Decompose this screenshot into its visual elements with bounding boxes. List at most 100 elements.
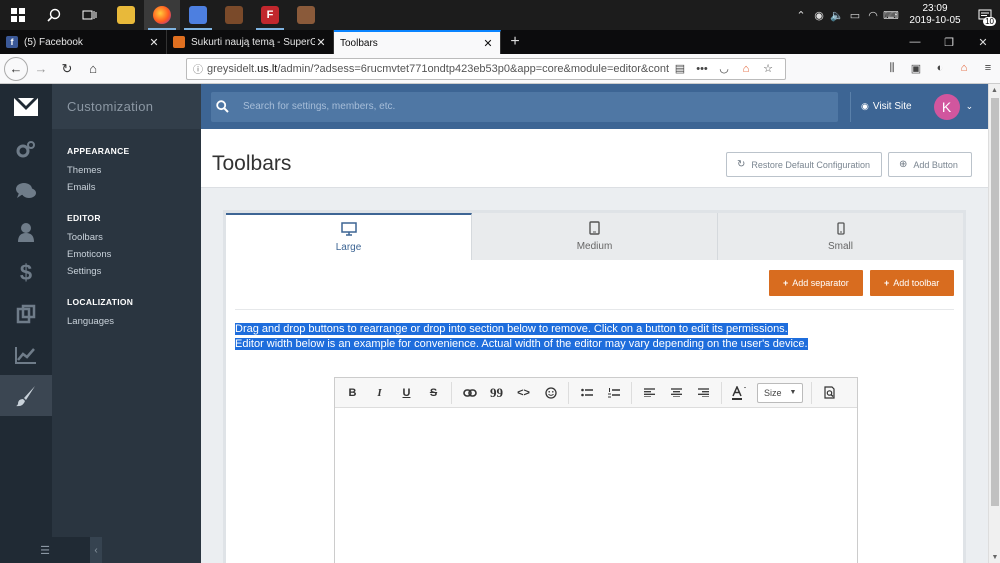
text-color-icon[interactable]: [726, 383, 753, 403]
toolbar-separator[interactable]: [631, 381, 632, 404]
reader-view-icon[interactable]: ▤: [669, 62, 691, 75]
submenu-item-emoticons[interactable]: Emoticons: [52, 246, 201, 263]
page-scrollbar[interactable]: ▲ ▼: [988, 84, 1000, 563]
library-icon[interactable]: ⫼: [880, 62, 904, 75]
extension-icon[interactable]: ⌂: [735, 63, 757, 75]
chrome-app-icon[interactable]: [180, 0, 216, 30]
browser-tab-supergame[interactable]: Sukurti naują temą - SuperGam ✕: [167, 30, 334, 54]
scrollbar-thumb[interactable]: [991, 98, 999, 506]
search-input[interactable]: [243, 101, 823, 112]
add-button-button[interactable]: ⊕ Add Button: [888, 152, 972, 177]
language-icon[interactable]: ⌨: [882, 9, 900, 22]
discord-icon[interactable]: ◉: [810, 9, 828, 22]
link-icon[interactable]: [456, 383, 483, 403]
submenu-item-themes[interactable]: Themes: [52, 162, 201, 179]
user-avatar[interactable]: K: [933, 93, 960, 120]
page-actions-icon[interactable]: •••: [691, 63, 713, 75]
preview-icon[interactable]: [816, 383, 843, 403]
customization-brush-icon[interactable]: [0, 375, 52, 416]
italic-button[interactable]: I: [366, 383, 393, 403]
browser-tab-toolbars[interactable]: Toolbars ✕: [334, 30, 501, 54]
code-button[interactable]: <>: [510, 383, 537, 403]
add-separator-button[interactable]: + Add separator: [769, 270, 863, 296]
community-chat-icon[interactable]: [0, 170, 52, 211]
new-tab-icon[interactable]: +: [501, 30, 529, 54]
close-window-icon[interactable]: ✕: [966, 30, 1000, 54]
align-left-icon[interactable]: [636, 383, 663, 403]
sidebar-toggle-icon[interactable]: ▣: [904, 62, 928, 75]
windows-start-icon[interactable]: [0, 0, 36, 30]
submenu-heading-localization: LOCALIZATION: [67, 297, 134, 307]
taskbar-clock[interactable]: 23:09 2019-10-05: [900, 3, 970, 27]
file-explorer-icon[interactable]: [108, 0, 144, 30]
collapse-chevron-icon[interactable]: ‹: [90, 537, 102, 563]
firefox-icon[interactable]: [144, 0, 180, 30]
add-toolbar-button[interactable]: + Add toolbar: [870, 270, 954, 296]
restore-default-button[interactable]: ↻ Restore Default Configuration: [726, 152, 882, 177]
bulleted-list-icon[interactable]: [573, 383, 600, 403]
submenu-item-toolbars[interactable]: Toolbars: [52, 229, 201, 246]
align-right-icon[interactable]: [690, 383, 717, 403]
bold-button[interactable]: B: [339, 383, 366, 403]
submenu-footer: ☰ ‹: [0, 537, 201, 563]
numbered-list-icon[interactable]: [600, 383, 627, 403]
reload-icon[interactable]: ↻: [54, 56, 80, 82]
toolbar-separator[interactable]: [568, 381, 569, 404]
quote-button[interactable]: 99: [483, 383, 510, 403]
addon-icon[interactable]: ⌂: [952, 62, 976, 75]
bookmark-star-icon[interactable]: ☆: [757, 62, 779, 75]
strikethrough-button[interactable]: S: [420, 383, 447, 403]
search-icon[interactable]: [36, 0, 72, 30]
filezilla-icon[interactable]: F: [252, 0, 288, 30]
game-app-icon[interactable]: [216, 0, 252, 30]
help-text: Drag and drop buttons to rearrange or dr…: [235, 322, 954, 352]
task-view-icon[interactable]: [72, 0, 108, 30]
submenu-item-settings[interactable]: Settings: [52, 263, 201, 280]
close-tab-icon[interactable]: ✕: [315, 36, 327, 49]
stats-chart-icon[interactable]: [0, 334, 52, 375]
underline-button[interactable]: U: [393, 383, 420, 403]
toolbar-separator[interactable]: [811, 381, 813, 404]
browser-tab-facebook[interactable]: f (5) Facebook ✕: [0, 30, 167, 54]
pages-icon[interactable]: [0, 293, 52, 334]
close-tab-icon[interactable]: ✕: [482, 37, 494, 50]
tab-medium[interactable]: Medium: [472, 213, 718, 260]
notification-center-icon[interactable]: 10: [970, 0, 1000, 30]
toolbar-separator[interactable]: [721, 381, 722, 404]
address-bar[interactable]: ⓘ greysidelt.us.lt/admin/?adsess=6rucmvt…: [186, 57, 786, 80]
minimize-icon[interactable]: —: [898, 30, 932, 54]
chevron-up-icon[interactable]: ⌃: [792, 9, 810, 22]
submenu-item-emails[interactable]: Emails: [52, 179, 201, 196]
align-center-icon[interactable]: [663, 383, 690, 403]
tab-large[interactable]: Large: [226, 213, 472, 260]
scroll-up-icon[interactable]: ▲: [989, 84, 1000, 96]
forward-arrow-icon[interactable]: →: [28, 56, 54, 82]
back-arrow-icon[interactable]: ←: [4, 56, 28, 81]
members-icon[interactable]: [0, 211, 52, 252]
home-icon[interactable]: ⌂: [80, 56, 106, 82]
url-path: /admin/?adsess=6rucmvtet771ondtp423eb53p…: [277, 62, 669, 75]
invision-logo-icon[interactable]: [0, 84, 52, 129]
emoji-smile-icon[interactable]: [537, 383, 564, 403]
visit-site-button[interactable]: ◉ Visit Site: [850, 91, 912, 122]
wifi-icon[interactable]: ◠: [864, 9, 882, 22]
hamburger-menu-icon[interactable]: ☰: [0, 537, 90, 563]
game-app-2-icon[interactable]: [288, 0, 324, 30]
volume-icon[interactable]: 🔈: [828, 9, 846, 22]
site-info-icon[interactable]: ⓘ: [193, 61, 207, 76]
font-size-select[interactable]: Size ▼: [757, 382, 804, 403]
commerce-dollar-icon[interactable]: $: [0, 252, 52, 293]
system-gears-icon[interactable]: [0, 129, 52, 170]
scroll-down-icon[interactable]: ▼: [989, 551, 1000, 563]
pocket-icon[interactable]: ◡: [713, 62, 735, 75]
tab-small[interactable]: Small: [718, 213, 963, 260]
font-size-label: Size: [764, 387, 782, 398]
battery-icon[interactable]: ▭: [846, 9, 864, 22]
menu-icon[interactable]: ≡: [976, 62, 1000, 75]
account-icon[interactable]: ◐: [928, 62, 952, 75]
chevron-down-icon[interactable]: ⌄: [966, 101, 974, 112]
close-tab-icon[interactable]: ✕: [148, 36, 160, 49]
maximize-icon[interactable]: ❐: [932, 30, 966, 54]
toolbar-separator[interactable]: [451, 381, 452, 404]
submenu-item-languages[interactable]: Languages: [52, 313, 201, 330]
